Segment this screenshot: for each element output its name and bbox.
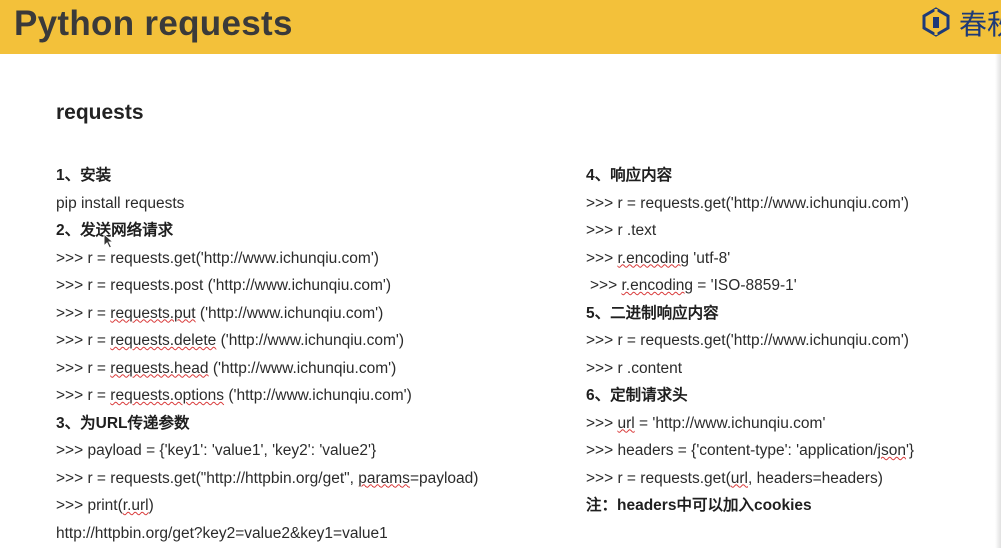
- left-code-line: pip install requests: [56, 190, 576, 218]
- spellcheck-underlined-text: json: [877, 442, 906, 459]
- code-text: >>> r = requests.get('http://www.ichunqi…: [586, 194, 909, 212]
- spellcheck-underlined-text: requests.delete: [110, 332, 217, 349]
- right-heading: 6、定制请求头: [586, 387, 688, 404]
- code-text: ('http://www.ichunqiu.com'): [208, 359, 397, 377]
- code-text: = 'http://www.ichunqiu.com': [634, 414, 826, 432]
- left-code-line: >>> r = requests.head ('http://www.ichun…: [56, 355, 576, 383]
- logo-text: 春秋: [959, 8, 1001, 38]
- spellcheck-underlined-text: url: [617, 414, 635, 432]
- right-code-line: >>> r.encoding = 'ISO-8859-1': [586, 272, 991, 300]
- left-code-line: >>> r = requests.get("http://httpbin.org…: [56, 465, 576, 493]
- spellcheck-underlined-text: r.url: [122, 497, 149, 514]
- right-code-line: >>> r = requests.get('http://www.ichunqi…: [586, 190, 991, 218]
- section-title: requests: [56, 101, 144, 124]
- code-text: >>> r = requests.get('http://www.ichunqi…: [56, 249, 379, 267]
- code-text: >>> r = requests.post ('http://www.ichun…: [56, 277, 392, 294]
- code-text: , headers=headers): [748, 469, 883, 487]
- left-code-line: >>> print(r.url): [56, 492, 576, 520]
- spellcheck-underlined-text: params: [358, 469, 410, 487]
- code-text: pip install requests: [56, 194, 185, 212]
- code-text: >>> r .content: [586, 359, 683, 377]
- code-text: >>> r =: [56, 387, 111, 404]
- right-code-line: >>> r .text: [586, 217, 991, 245]
- slide-edge-shadow: [995, 54, 1001, 548]
- right-note: 注：headers中可以加入cookies: [586, 497, 812, 514]
- spellcheck-underlined-text: requests.head: [110, 359, 209, 377]
- right-code-line: >>> url = 'http://www.ichunqiu.com': [586, 410, 991, 438]
- code-text: 'utf-8': [689, 249, 731, 267]
- left-code-line: >>> r = requests.get('http://www.ichunqi…: [56, 245, 576, 273]
- left-code-line: >>> payload = {'key1': 'value1', 'key2':…: [56, 437, 576, 465]
- right-code-line: >>> headers = {'content-type': 'applicat…: [586, 437, 991, 465]
- left-code-line: >>> r = requests.post ('http://www.ichun…: [56, 272, 576, 300]
- code-text: >>> r =: [56, 304, 111, 322]
- code-text: >>> payload = {'key1': 'value1', 'key2':…: [56, 442, 377, 459]
- left-code-line: >>> r = requests.options ('http://www.ic…: [56, 382, 576, 410]
- code-text: >>> print(: [56, 497, 123, 514]
- code-text: >>> r = requests.get('http://www.ichunqi…: [586, 332, 909, 349]
- right-code-line: >>> r = requests.get('http://www.ichunqi…: [586, 327, 991, 355]
- left-heading: 2、发送网络请求: [56, 222, 174, 239]
- right-heading: 4、响应内容: [586, 167, 673, 184]
- code-text: =payload): [409, 469, 479, 487]
- code-text: ('http://www.ichunqiu.com'): [216, 332, 404, 349]
- spellcheck-underlined-text: requests.options: [110, 387, 225, 404]
- code-text: >>>: [586, 249, 618, 267]
- left-code-line: http://httpbin.org/get?key2=value2&key1=…: [56, 520, 576, 548]
- right-column: 4、响应内容 >>> r = requests.get('http://www.i…: [586, 162, 991, 520]
- right-code-line: >>> r .content: [586, 355, 991, 383]
- spellcheck-underlined-text: r.encoding: [617, 249, 689, 267]
- right-heading: 5、二进制响应内容: [586, 304, 719, 322]
- code-text: >>> headers = {'content-type': 'applicat…: [586, 442, 878, 459]
- right-code-line: >>> r.encoding 'utf-8': [586, 245, 991, 273]
- logo: 春秋: [921, 4, 1001, 38]
- spellcheck-underlined-text: r.encoding: [621, 277, 693, 294]
- logo-icon: [922, 7, 950, 37]
- code-text: >>> r = requests.get(: [586, 469, 731, 487]
- code-text: >>> r =: [56, 332, 111, 349]
- code-text: ('http://www.ichunqiu.com'): [195, 304, 384, 322]
- right-code-line: >>> r = requests.get(url, headers=header…: [586, 465, 991, 493]
- code-text: >>> r = requests.get("http://httpbin.org…: [56, 469, 359, 487]
- left-heading: 3、为URL传递参数: [56, 414, 190, 432]
- code-text: http://httpbin.org/get?key2=value2&key1=…: [56, 524, 388, 542]
- left-code-line: >>> r = requests.put ('http://www.ichunq…: [56, 300, 576, 328]
- left-code-line: >>> r = requests.delete ('http://www.ich…: [56, 327, 576, 355]
- code-text: '}: [905, 442, 915, 459]
- left-column: 1、安装 pip install requests 2、发送网络请求 >>> r = …: [56, 162, 576, 547]
- header-banner: Python requests 春秋: [0, 0, 1001, 54]
- code-text: >>> r =: [56, 359, 111, 377]
- code-text: ('http://www.ichunqiu.com'): [224, 387, 412, 404]
- slide-title: Python requests: [14, 4, 293, 43]
- code-text: = 'ISO-8859-1': [693, 277, 797, 294]
- spellcheck-underlined-text: url: [730, 469, 748, 487]
- code-text: >>>: [586, 414, 618, 432]
- code-text: >>>: [590, 277, 622, 294]
- spellcheck-underlined-text: requests.put: [110, 304, 196, 322]
- code-text: >>> r .text: [586, 222, 657, 239]
- mouse-cursor-icon: [103, 233, 115, 249]
- left-heading: 1、安装: [56, 167, 112, 184]
- code-text: ): [148, 497, 154, 514]
